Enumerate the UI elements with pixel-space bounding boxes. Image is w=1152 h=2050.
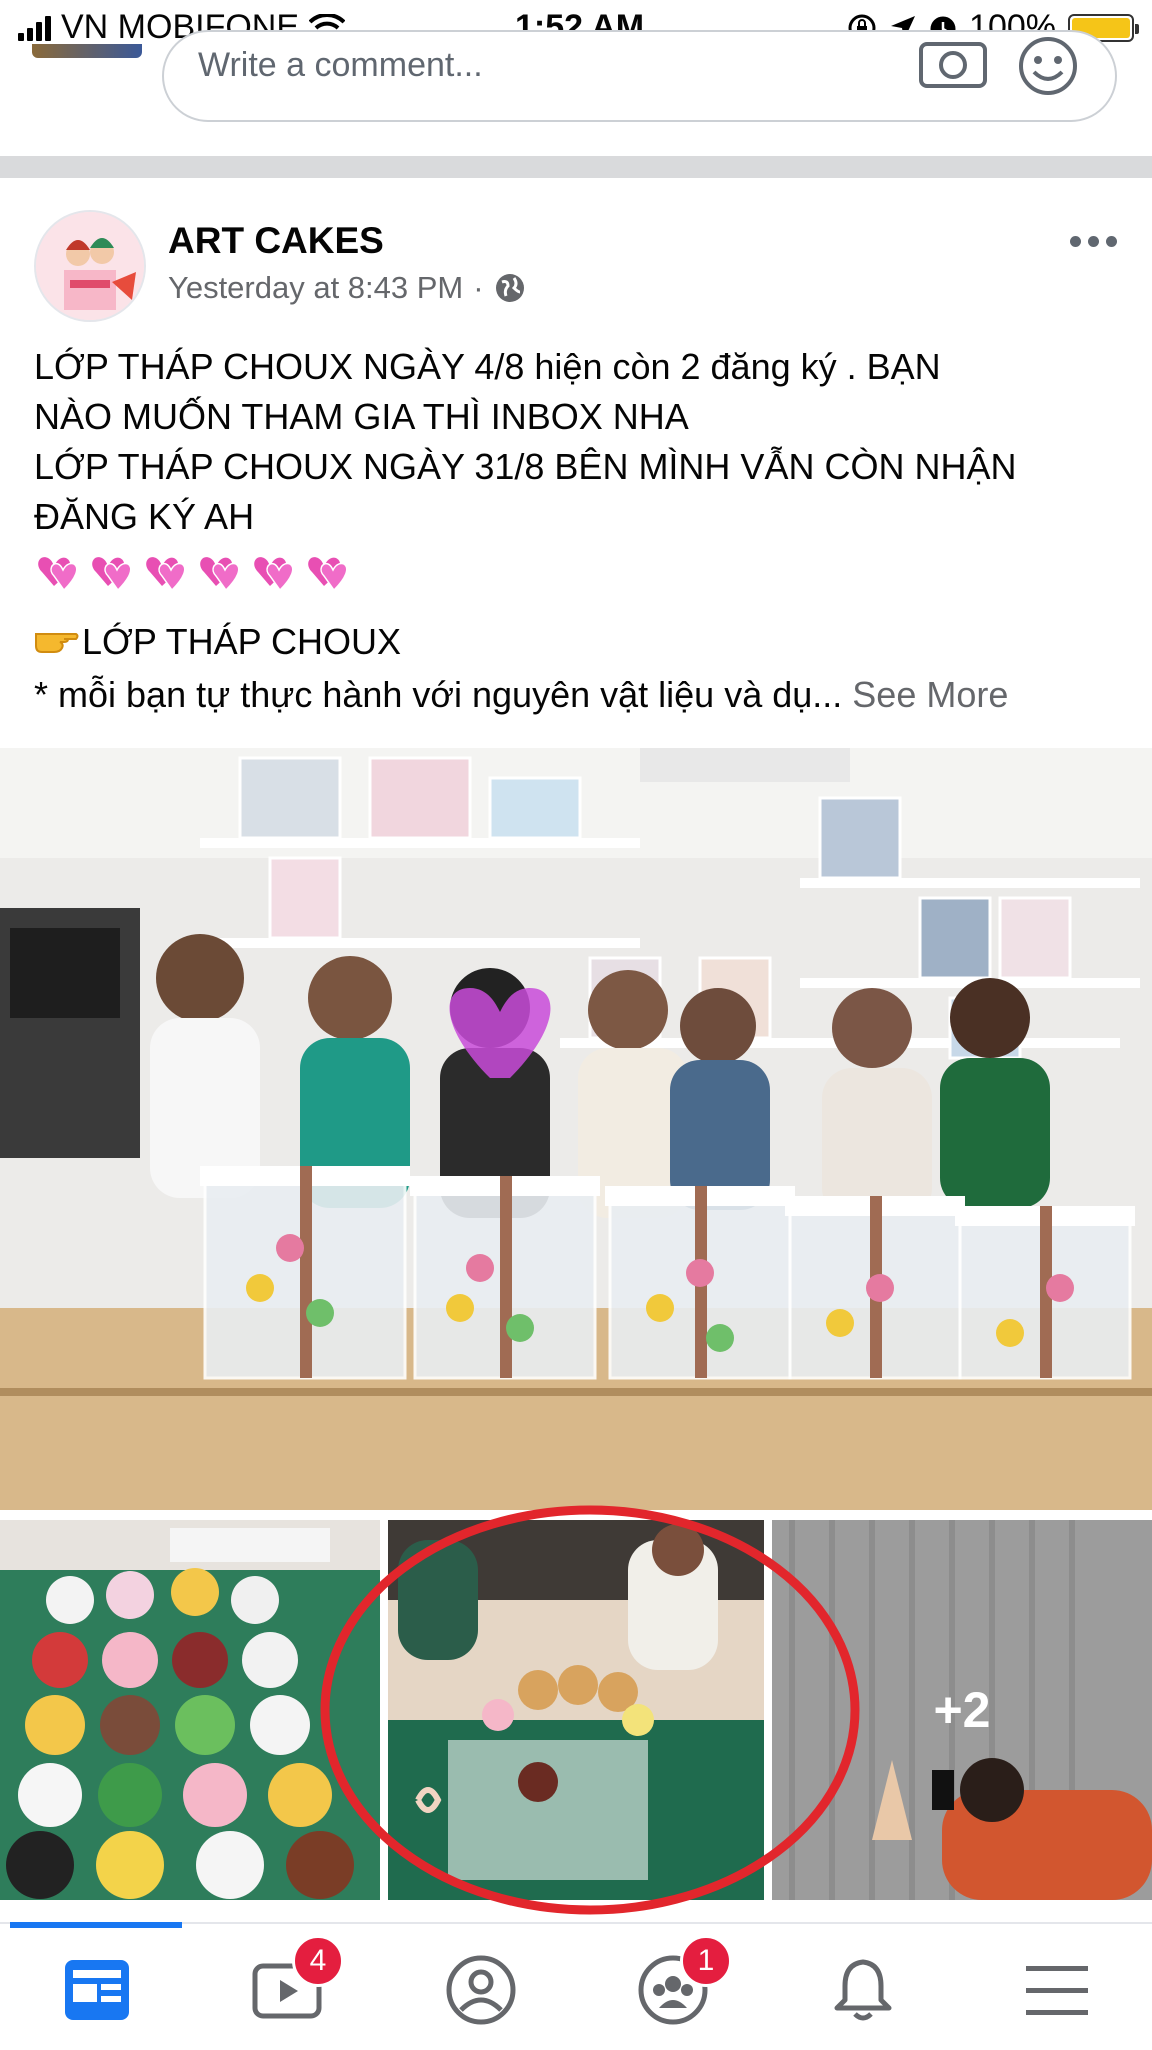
hearts-row bbox=[34, 552, 350, 596]
post-body: LỚP THÁP CHOUX NGÀY 4/8 hiện còn 2 đăng … bbox=[34, 342, 1124, 542]
tab-notifications[interactable] bbox=[818, 1945, 908, 2035]
bell-icon bbox=[834, 1959, 892, 2021]
cake-avatar-icon bbox=[36, 212, 144, 320]
highlight-circle bbox=[320, 1505, 860, 1915]
sparkling-heart-icon bbox=[92, 557, 132, 592]
menu-icon bbox=[1026, 1966, 1088, 2015]
camera-icon[interactable] bbox=[918, 36, 988, 92]
watch-badge: 4 bbox=[292, 1935, 344, 1987]
pointing-hand-icon bbox=[34, 617, 82, 667]
bottom-tab-bar bbox=[0, 1922, 1152, 2050]
commenter-avatar bbox=[32, 44, 142, 58]
class-group-photo bbox=[0, 748, 1152, 1510]
page-avatar[interactable] bbox=[34, 210, 146, 322]
post-timestamp[interactable]: Yesterday at 8:43 PM bbox=[168, 270, 463, 306]
comment-placeholder: Write a comment... bbox=[198, 46, 483, 84]
main-photo[interactable] bbox=[0, 748, 1152, 1510]
sparkling-heart-icon bbox=[38, 557, 78, 592]
active-tab-indicator bbox=[10, 1922, 182, 1928]
sparkling-heart-icon bbox=[200, 557, 240, 592]
post-meta: Yesterday at 8:43 PM · bbox=[168, 270, 526, 306]
tab-profile[interactable] bbox=[436, 1945, 526, 2035]
bullet-title: LỚP THÁP CHOUX bbox=[82, 621, 401, 662]
profile-icon bbox=[446, 1955, 516, 2025]
post-line: NÀO MUỐN THAM GIA THÌ INBOX NHA bbox=[34, 396, 689, 437]
comment-input[interactable]: Write a comment... bbox=[162, 30, 1117, 122]
meta-separator: · bbox=[473, 270, 484, 305]
sparkling-heart-icon bbox=[254, 557, 294, 592]
tab-watch[interactable]: 4 bbox=[242, 1935, 344, 2035]
signal-icon bbox=[18, 15, 51, 41]
globe-icon bbox=[495, 274, 524, 302]
post-line: ĐĂNG KÝ AH bbox=[34, 496, 255, 537]
sparkling-heart-icon bbox=[146, 557, 186, 592]
post-line: LỚP THÁP CHOUX NGÀY 4/8 hiện còn 2 đăng … bbox=[34, 346, 941, 387]
sparkling-heart-icon bbox=[308, 557, 348, 592]
bullet-title-row: LỚP THÁP CHOUX bbox=[34, 617, 401, 667]
post-preview-line: * mỗi bạn tự thực hành với nguyên vật li… bbox=[34, 670, 1008, 720]
see-more-link[interactable]: See More bbox=[852, 674, 1008, 715]
post-line: LỚP THÁP CHOUX NGÀY 31/8 BÊN MÌNH VẪN CÒ… bbox=[34, 446, 1017, 487]
tab-groups[interactable]: 1 bbox=[628, 1935, 732, 2035]
post-options-icon[interactable] bbox=[1070, 236, 1117, 247]
emoji-icon[interactable] bbox=[1016, 36, 1080, 100]
bullet-text: * mỗi bạn tự thực hành với nguyên vật li… bbox=[34, 674, 843, 715]
news-feed-icon bbox=[65, 1960, 129, 2020]
tab-menu[interactable] bbox=[1012, 1945, 1102, 2035]
feed-separator bbox=[0, 156, 1152, 178]
tab-news-feed[interactable] bbox=[52, 1945, 142, 2035]
page-name[interactable]: ART CAKES bbox=[168, 220, 384, 262]
groups-badge: 1 bbox=[680, 1935, 732, 1987]
